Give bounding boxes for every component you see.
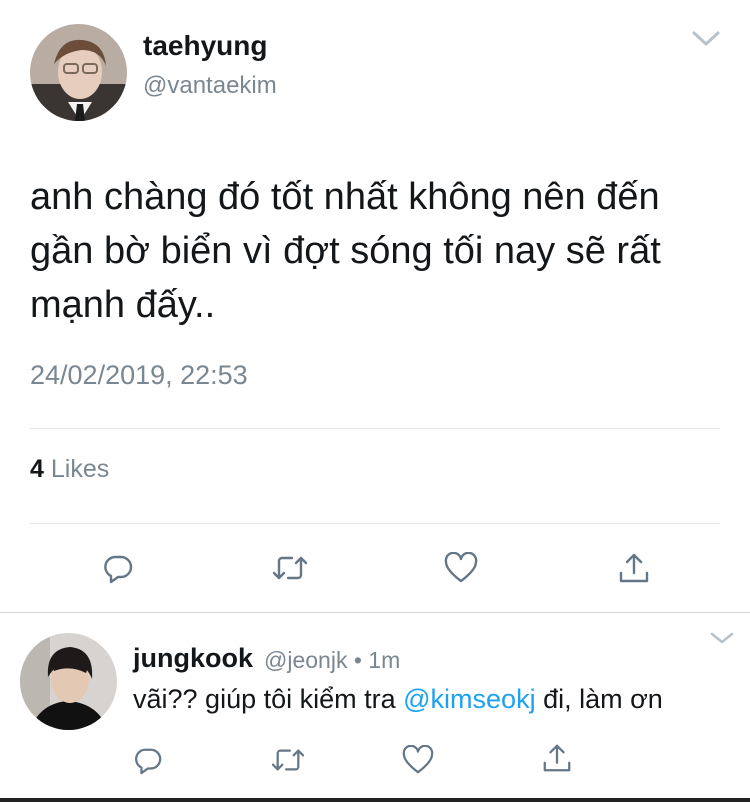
mention-link[interactable]: @kimseokj	[403, 684, 535, 714]
chevron-down-icon[interactable]	[708, 628, 736, 648]
reply-text-before: vãi?? giúp tôi kiểm tra	[133, 684, 404, 714]
like-button[interactable]	[398, 740, 438, 780]
share-icon	[619, 553, 649, 583]
retweet-button[interactable]	[270, 548, 310, 588]
display-name[interactable]: taehyung	[143, 30, 267, 62]
avatar[interactable]	[20, 633, 117, 730]
avatar[interactable]	[30, 24, 127, 121]
reply-display-name[interactable]: jungkook	[133, 643, 253, 674]
reply-button[interactable]	[98, 548, 138, 588]
share-button[interactable]	[614, 548, 654, 588]
reply-text: vãi?? giúp tôi kiểm tra @kimseokj đi, là…	[133, 684, 663, 715]
share-icon	[543, 744, 571, 772]
reply-icon	[135, 748, 162, 775]
share-button[interactable]	[537, 738, 577, 778]
tweet-timestamp: 24/02/2019, 22:53	[30, 360, 248, 390]
likes-number: 4	[30, 455, 44, 483]
reply-handle-time[interactable]: @jeonjk • 1m	[264, 647, 400, 674]
reply-text-after: đi, làm ơn	[535, 684, 663, 714]
user-handle[interactable]: @vantaekim	[143, 72, 277, 100]
retweet-icon	[272, 556, 308, 580]
retweet-icon	[271, 749, 305, 771]
bottom-edge	[0, 798, 750, 802]
like-button[interactable]	[441, 548, 481, 588]
likes-count[interactable]: 4 Likes	[30, 455, 109, 484]
retweet-button[interactable]	[268, 740, 308, 780]
reply-button[interactable]	[128, 740, 168, 780]
divider	[30, 428, 720, 429]
chevron-down-icon[interactable]	[690, 26, 722, 50]
like-icon	[444, 552, 478, 583]
reply-icon	[104, 555, 133, 584]
divider	[0, 612, 750, 613]
tweet-text: anh chàng đó tốt nhất không nên đến gần …	[30, 176, 661, 326]
likes-label: Likes	[50, 455, 110, 483]
like-icon	[402, 745, 434, 774]
divider	[30, 523, 720, 524]
